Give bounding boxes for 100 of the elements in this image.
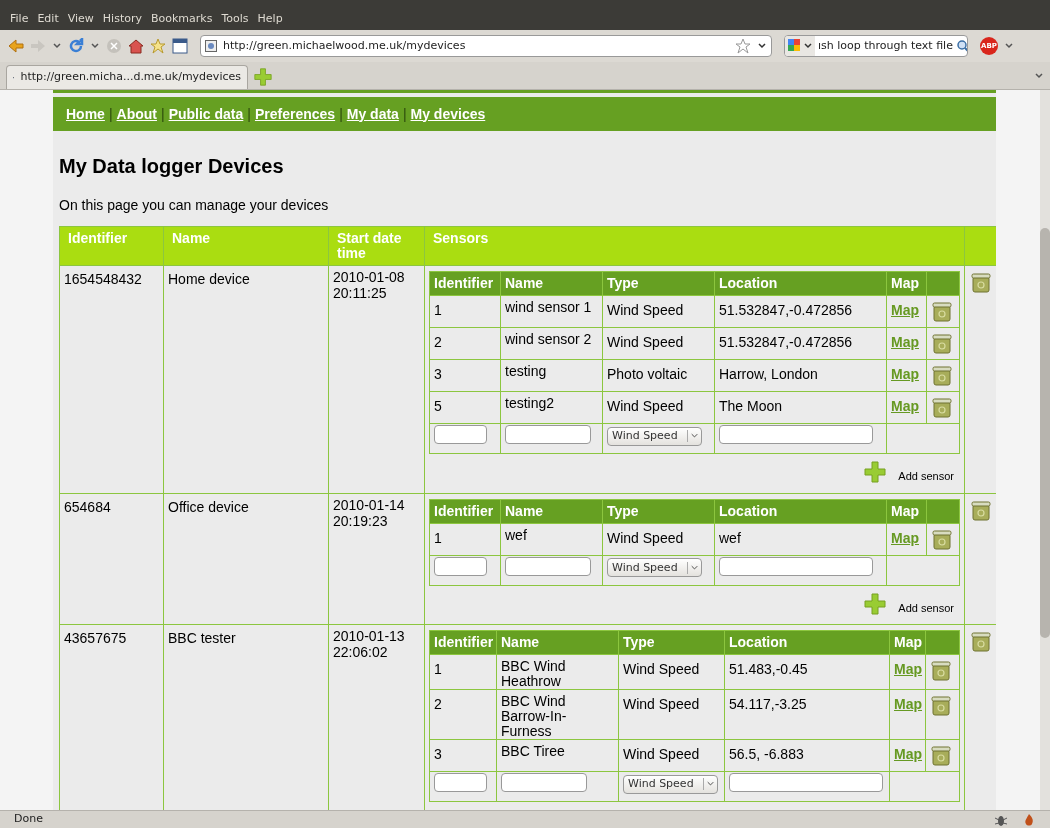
menu-item[interactable]: Edit [37,10,59,28]
trash-icon[interactable] [970,271,992,293]
search-text: ısh loop through text file [818,37,953,54]
window-icon[interactable] [172,38,188,54]
menu-item[interactable]: History [102,10,142,28]
page-title: My Data logger Devices [59,154,285,179]
identifier-field[interactable] [434,425,487,444]
table-cell: 1 [429,295,501,328]
table-cell: 3 [429,359,501,392]
table-cell: 54.117,-3.25 [724,689,890,740]
table-cell: Home device [163,265,329,493]
chevron-down-icon [703,778,717,791]
chevron-down-icon[interactable] [757,41,767,51]
search-field[interactable]: ısh loop through text file [784,35,968,57]
add-icon[interactable] [864,461,887,484]
trash-icon[interactable] [931,364,953,386]
column-header: Name [500,271,603,296]
column-header: Start date time [328,226,425,266]
intro-text: On this page you can manage your devices [59,196,330,215]
table-cell: Office device [163,493,329,625]
type-dropdown[interactable]: Wind Speed [623,774,718,794]
trash-icon[interactable] [931,396,953,418]
chevron-down-icon[interactable] [52,41,62,51]
column-header: Sensors [424,226,965,266]
add-sensor-link[interactable]: Add sensor [898,468,954,485]
column-header: Identifier [429,271,501,296]
column-header: Location [714,271,887,296]
search-icon[interactable] [955,39,967,53]
location-field[interactable] [719,556,873,576]
nav-separator: | [107,104,114,124]
trash-icon[interactable] [970,498,992,521]
table-cell: Wind Speed [618,689,725,740]
column-header: Name [500,499,603,523]
table-cell: wef [714,523,887,555]
identifier-field[interactable] [434,556,487,576]
location-field[interactable] [719,425,873,444]
nav-separator: | [246,104,252,124]
back-arrow-icon[interactable] [8,38,24,54]
nav-separator: | [401,104,408,124]
chevron-down-icon[interactable] [90,41,100,51]
type-dropdown[interactable]: Wind Speed [607,426,702,446]
stop-icon[interactable] [106,38,122,54]
column-header: Identifier [429,499,501,523]
column-header: Map [889,630,926,655]
search-engine-icon[interactable] [785,36,815,56]
star-icon[interactable] [735,38,751,54]
table-cell: 51.532847,-0.472856 [714,327,887,360]
table-cell: Wind Speed [618,739,725,772]
column-header: Identifier [429,630,497,655]
column-header: Name [496,630,619,655]
trash-icon[interactable] [930,694,952,716]
table-cell: Wind Speed [602,523,715,555]
table-cell: wind sensor 2 [500,327,603,360]
scrollbar[interactable] [1040,90,1050,810]
reload-icon[interactable] [68,38,84,54]
name-field[interactable] [501,773,587,792]
chevron-down-icon [687,561,701,574]
table-cell: BBC Tiree [496,739,619,772]
name-field[interactable] [505,425,591,444]
table-cell: 3 [429,739,497,772]
column-header: Type [618,630,725,655]
menu-item[interactable]: View [67,10,94,28]
bookmark-star-icon[interactable] [150,38,166,54]
trash-icon[interactable] [970,630,992,652]
trash-icon[interactable] [930,659,952,681]
trash-icon[interactable] [931,332,953,354]
table-cell: Wind Speed [618,654,725,690]
chevron-down-icon[interactable] [1004,41,1014,51]
table-cell: 56.5, -6.883 [724,739,890,772]
add-sensor-link[interactable]: Add sensor [898,599,954,616]
table-cell: wef [500,523,603,555]
identifier-field[interactable] [434,773,487,792]
status-text: Done [14,811,44,828]
table-cell: 2010-01-14 20:19:23 [328,493,425,625]
column-header: Type [602,271,715,296]
location-field[interactable] [729,773,883,792]
name-field[interactable] [505,556,591,576]
trash-icon[interactable] [931,527,953,550]
type-dropdown[interactable]: Wind Speed [607,558,702,578]
table-cell: wind sensor 1 [500,295,603,328]
menu-item[interactable]: Help [257,10,283,28]
table-cell: 654684 [59,493,164,625]
home-icon[interactable] [128,38,144,54]
nav-separator: | [160,104,166,124]
new-tab-icon[interactable] [254,68,272,86]
nav-separator: | [338,104,344,124]
column-header: Map [886,271,927,296]
menu-item[interactable]: File [10,10,29,28]
column-header: Identifier [59,226,164,266]
address-bar[interactable]: http://green.michaelwood.me.uk/mydevices [200,35,772,57]
menu-item[interactable]: Tools [221,10,249,28]
column-header: Location [714,499,887,523]
trash-icon[interactable] [930,744,952,766]
menu-item[interactable]: Bookmarks [151,10,213,28]
table-cell: 51.483,-0.45 [724,654,890,690]
add-icon[interactable] [864,592,887,615]
chevron-down-icon [687,430,701,443]
trash-icon[interactable] [931,300,953,322]
browser-tab[interactable]: http://green.micha...d.me.uk/mydevices [6,65,248,89]
table-cell: 51.532847,-0.472856 [714,295,887,328]
